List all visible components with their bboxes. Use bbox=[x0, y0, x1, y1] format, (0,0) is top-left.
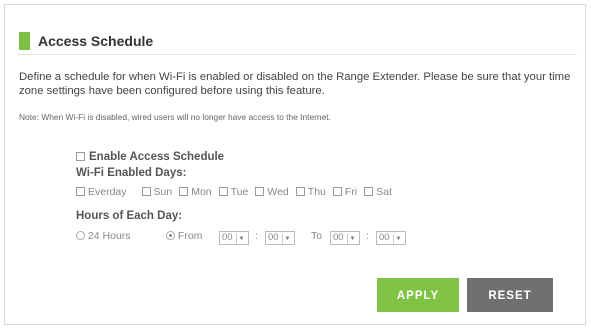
day-label: Fri bbox=[344, 186, 358, 198]
from-hour-select[interactable]: 00 ▼ bbox=[219, 231, 249, 245]
day-thu-checkbox[interactable] bbox=[295, 187, 305, 196]
page-title: Access Schedule bbox=[38, 33, 154, 49]
chevron-down-icon: ▼ bbox=[393, 234, 403, 244]
option-from-label: From bbox=[177, 230, 203, 242]
chevron-down-icon: ▼ bbox=[236, 234, 246, 244]
day-label: Tue bbox=[230, 186, 249, 198]
chevron-down-icon: ▼ bbox=[282, 234, 292, 244]
day-mon[interactable]: Mon bbox=[179, 186, 212, 198]
note-text: Note: When Wi-Fi is disabled, wired user… bbox=[19, 112, 331, 122]
day-sun-checkbox[interactable] bbox=[141, 187, 151, 196]
day-sat-checkbox[interactable] bbox=[364, 187, 374, 196]
to-hour-value: 00 bbox=[333, 232, 344, 243]
to-label: To bbox=[311, 230, 323, 242]
option-24-hours-label: 24 Hours bbox=[87, 230, 131, 242]
to-hour-select[interactable]: 00 ▼ bbox=[330, 231, 360, 245]
day-label: Thu bbox=[307, 186, 326, 198]
time-separator: : bbox=[366, 230, 369, 242]
day-tue[interactable]: Tue bbox=[218, 186, 249, 198]
from-minute-select[interactable]: 00 ▼ bbox=[265, 231, 295, 245]
apply-button[interactable]: APPLY bbox=[377, 278, 459, 312]
chevron-down-icon: ▼ bbox=[347, 234, 357, 244]
day-label: Sat bbox=[376, 186, 392, 198]
from-hour-value: 00 bbox=[222, 232, 233, 243]
day-sat[interactable]: Sat bbox=[364, 186, 392, 198]
day-label: Wed bbox=[267, 186, 289, 198]
hours-title: Hours of Each Day: bbox=[76, 210, 183, 222]
day-tue-checkbox[interactable] bbox=[218, 187, 228, 196]
day-fri[interactable]: Fri bbox=[332, 186, 358, 198]
day-everday[interactable]: Everday bbox=[76, 186, 127, 198]
option-24-hours[interactable]: 24 Hours bbox=[76, 230, 131, 242]
section-accent-bar bbox=[19, 32, 30, 50]
enable-schedule-row[interactable]: Enable Access Schedule bbox=[76, 147, 224, 165]
reset-button[interactable]: RESET bbox=[467, 278, 553, 312]
day-mon-checkbox[interactable] bbox=[179, 187, 189, 196]
day-everday-checkbox[interactable] bbox=[76, 187, 85, 196]
day-wed-checkbox[interactable] bbox=[255, 187, 265, 196]
title-divider bbox=[18, 54, 577, 55]
day-thu[interactable]: Thu bbox=[295, 186, 326, 198]
day-label: Sun bbox=[153, 186, 173, 198]
day-label: Everday bbox=[88, 186, 127, 198]
days-title: Wi-Fi Enabled Days: bbox=[76, 167, 187, 179]
to-minute-select[interactable]: 00 ▼ bbox=[376, 231, 406, 245]
option-from[interactable]: From bbox=[166, 230, 202, 242]
radio-from[interactable] bbox=[166, 231, 175, 240]
day-wed[interactable]: Wed bbox=[255, 186, 289, 198]
day-label: Mon bbox=[191, 186, 212, 198]
time-separator: : bbox=[255, 230, 258, 242]
enable-schedule-label: Enable Access Schedule bbox=[89, 151, 225, 163]
to-minute-value: 00 bbox=[379, 232, 390, 243]
radio-24-hours[interactable] bbox=[76, 231, 85, 240]
enable-schedule-checkbox[interactable] bbox=[76, 152, 85, 161]
from-minute-value: 00 bbox=[268, 232, 279, 243]
description-text: Define a schedule for when Wi-Fi is enab… bbox=[19, 71, 571, 97]
days-row: Everday Sun Mon Tue Wed Thu Fri Sat bbox=[76, 186, 399, 198]
day-sun[interactable]: Sun bbox=[141, 186, 173, 198]
day-fri-checkbox[interactable] bbox=[332, 187, 342, 196]
